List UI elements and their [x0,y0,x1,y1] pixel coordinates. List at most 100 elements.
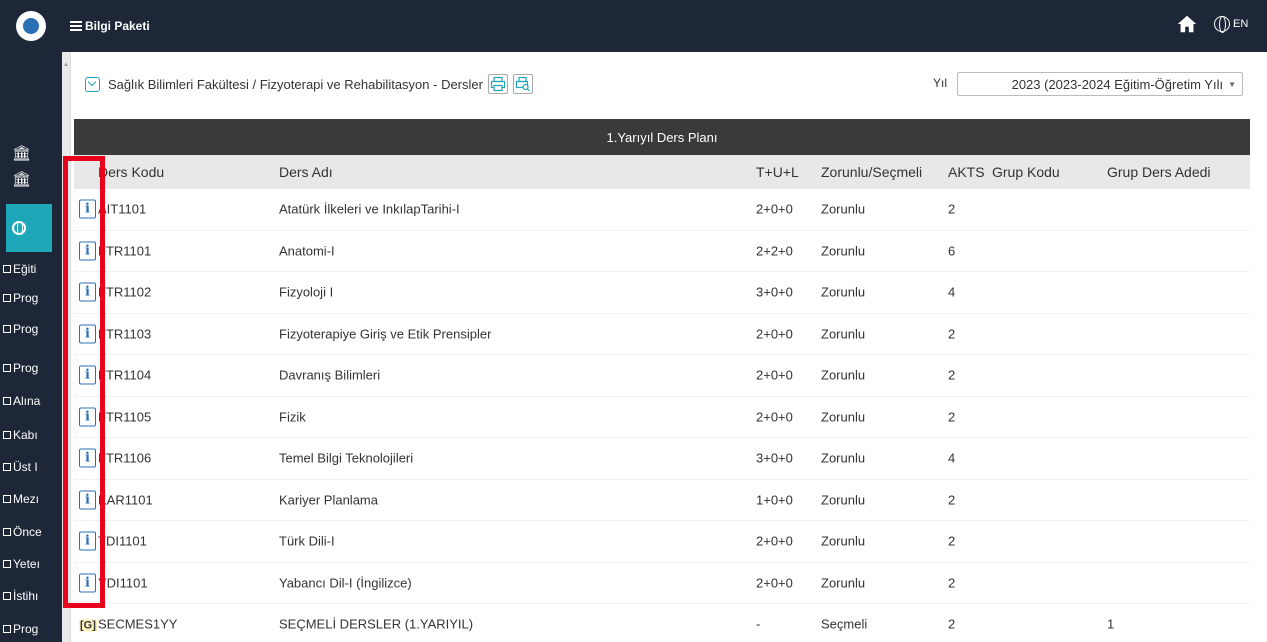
course-type: Zorunlu [821,284,866,300]
course-code: FTR1101 [98,243,152,259]
globe-icon [1214,16,1230,33]
year-select[interactable]: 2023 (2023-2024 Eğitim-Öğretim Yılı ▼ [957,72,1243,96]
course-table: 1.Yarıyıl Ders Planı Ders Kodu Ders Adı … [74,119,1250,642]
sidebar-item[interactable]: Yeteı [3,557,59,571]
sidebar-item[interactable]: Prog [3,322,59,336]
course-group-count: 1 [1107,616,1115,632]
info-icon[interactable]: i [79,531,96,551]
info-icon[interactable]: i [79,365,96,385]
info-icon[interactable]: i [79,448,96,468]
course-akts: 2 [948,409,956,425]
menu-toggle-button[interactable]: Bilgi Paketi [70,16,150,36]
course-type: Zorunlu [821,409,866,425]
menu-label: Bilgi Paketi [85,19,150,33]
course-name: Fizik [279,409,306,425]
course-name: Anatomi-I [279,243,335,259]
info-icon[interactable]: i [79,199,96,219]
square-icon [3,463,11,471]
course-akts: 2 [948,616,956,632]
course-name: Fizyoterapiye Giriş ve Etik Prensipler [279,326,492,342]
info-icon[interactable]: i [79,241,96,261]
caret-down-icon: ▼ [1228,79,1236,89]
year-selected-value: 2023 (2023-2024 Eğitim-Öğretim Yılı [1011,76,1224,92]
breadcrumb: Sağlık Bilimleri Fakültesi / Fizyoterapi… [85,74,533,94]
course-tul: 2+0+0 [756,409,793,425]
sidebar: 🏛︎ 🏛︎ Eğiti Prog Prog Prog Alına Kabı Üs… [0,52,62,642]
course-tul: 2+0+0 [756,326,793,342]
square-icon [3,431,11,439]
home-icon[interactable] [1176,13,1198,35]
table-row: i FTR1104 Davranış Bilimleri 2+0+0 Zorunlu 2 [74,355,1250,397]
course-type: Zorunlu [821,492,866,508]
sidebar-item[interactable]: İstihı [3,589,59,603]
info-icon[interactable]: i [79,324,96,344]
course-tul: 2+0+0 [756,533,793,549]
course-code: TDI1101 [98,533,147,549]
language-switch-button[interactable]: EN [1214,14,1248,34]
info-icon[interactable]: i [79,282,96,302]
square-icon [3,325,11,333]
header-type: Zorunlu/Seçmeli [821,164,923,180]
table-row: i FTR1102 Fizyoloji I 3+0+0 Zorunlu 4 [74,272,1250,314]
print-preview-icon [515,76,530,92]
course-name: Temel Bilgi Teknolojileri [279,450,414,466]
square-icon [3,364,11,372]
square-icon [3,265,11,273]
course-akts: 2 [948,575,956,591]
sidebar-item[interactable]: Prog [3,622,59,636]
square-icon [3,560,11,568]
header-name: Ders Adı [279,164,333,180]
sidebar-item[interactable]: Önce [3,525,59,539]
course-type: Zorunlu [821,367,866,383]
course-tul: 1+0+0 [756,492,793,508]
sidebar-item[interactable]: Eğiti [3,262,59,276]
sidebar-item[interactable]: Prog [3,361,59,375]
scrollbar[interactable]: ▲ [62,52,70,642]
sidebar-item-globe[interactable] [6,204,52,252]
sidebar-item[interactable]: Mezı [3,492,59,506]
square-icon [3,397,11,405]
course-code: YDI1101 [98,575,148,591]
sidebar-item[interactable]: Prog [3,291,59,305]
course-akts: 4 [948,284,956,300]
course-code: FTR1105 [98,409,152,425]
info-icon[interactable]: i [79,573,96,593]
course-tul: 2+0+0 [756,575,793,591]
chevron-down-icon[interactable] [85,76,100,92]
print-button[interactable] [487,74,508,94]
hamburger-icon [70,19,82,33]
header-group-count: Grup Ders Adedi [1107,164,1211,180]
course-code: FTR1104 [98,367,152,383]
main-content: Sağlık Bilimleri Fakültesi / Fizyoterapi… [70,52,1260,642]
course-type: Zorunlu [821,450,866,466]
semester-title: 1.Yarıyıl Ders Planı [74,119,1250,155]
table-row: i YDI1101 Yabancı Dil-I (İngilizce) 2+0+0 Zo… [74,563,1250,604]
course-name: Atatürk İlkeleri ve InkılapTarihi-I [279,201,460,217]
university-logo[interactable] [0,0,62,52]
scroll-up-icon[interactable]: ▲ [63,62,69,68]
group-tag[interactable]: [G] [79,619,97,632]
sidebar-item[interactable]: Üst I [3,460,59,474]
course-name: Yabancı Dil-I (İngilizce) [279,575,412,591]
print-preview-button[interactable] [512,74,533,94]
sidebar-item[interactable]: Kabı [3,428,59,442]
course-akts: 2 [948,201,956,217]
info-icon[interactable]: i [79,407,96,427]
sidebar-item[interactable]: Alına [3,394,59,408]
square-icon [3,592,11,600]
table-row: [G] SECMES1YY SEÇMELİ DERSLER (1.YARIYIL) -… [74,604,1250,642]
info-icon[interactable]: i [79,490,96,510]
course-name: Davranış Bilimleri [279,367,381,383]
course-akts: 4 [948,450,956,466]
course-name: Türk Dili-I [279,533,335,549]
course-tul: - [756,616,761,632]
course-tul: 2+2+0 [756,243,793,259]
institution-icon[interactable]: 🏛︎ [12,144,31,162]
course-akts: 2 [948,533,956,549]
square-icon [3,528,11,536]
faculty-icon[interactable]: 🏛︎ [12,170,31,188]
square-icon [3,294,11,302]
course-code: FTR1102 [98,284,152,300]
course-akts: 2 [948,326,956,342]
course-tul: 2+0+0 [756,201,793,217]
